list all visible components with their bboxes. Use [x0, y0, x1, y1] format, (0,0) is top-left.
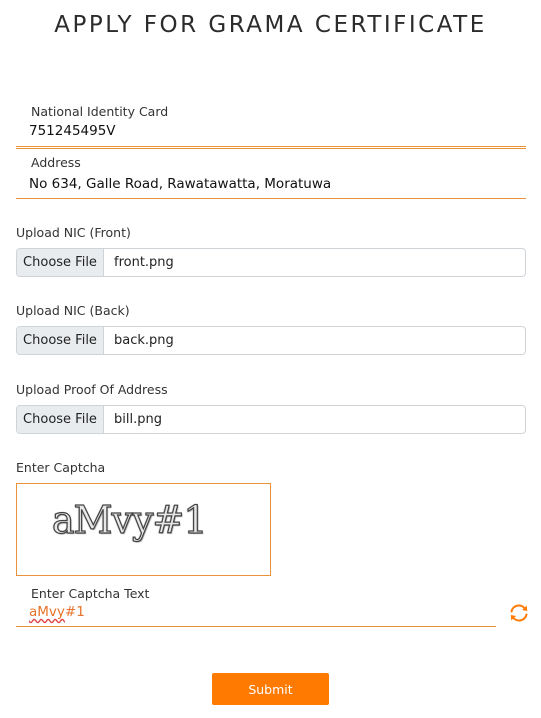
page-title: APPLY FOR GRAMA CERTIFICATE	[54, 12, 487, 38]
file-name: bill.png	[114, 412, 162, 427]
upload-nic-back-label: Upload NIC (Back)	[16, 303, 130, 318]
upload-nic-front-input[interactable]: Choose File front.png	[16, 248, 526, 277]
upload-nic-back-input[interactable]: Choose File back.png	[16, 326, 526, 355]
nic-field[interactable]: National Identity Card 751245495V	[16, 104, 526, 147]
choose-file-button[interactable]: Choose File	[17, 406, 104, 433]
captcha-value-rest: #1	[64, 604, 85, 620]
file-name: back.png	[114, 333, 174, 348]
refresh-icon[interactable]	[507, 601, 531, 625]
address-field-label: Address	[31, 155, 81, 170]
address-field[interactable]: Address No 634, Galle Road, Rawatawatta,…	[16, 148, 526, 199]
choose-file-button[interactable]: Choose File	[17, 327, 104, 354]
captcha-image-text: aMvy#1	[51, 497, 208, 542]
captcha-text-field-value[interactable]: aMvy#1	[29, 604, 85, 620]
captcha-text-field[interactable]: Enter Captcha Text aMvy#1	[16, 585, 496, 627]
submit-button[interactable]: Submit	[212, 673, 329, 705]
address-field-value[interactable]: No 634, Galle Road, Rawatawatta, Moratuw…	[29, 176, 331, 192]
captcha-section-label: Enter Captcha	[16, 460, 106, 475]
captcha-value-misspelled: aMvy	[29, 604, 65, 620]
upload-proof-of-address-label: Upload Proof Of Address	[16, 382, 168, 397]
choose-file-button[interactable]: Choose File	[17, 249, 104, 276]
captcha-text-field-label: Enter Captcha Text	[31, 586, 150, 601]
nic-field-value[interactable]: 751245495V	[29, 123, 116, 139]
nic-field-label: National Identity Card	[31, 104, 169, 119]
file-name: front.png	[114, 255, 174, 270]
upload-proof-of-address-input[interactable]: Choose File bill.png	[16, 405, 526, 434]
upload-nic-front-label: Upload NIC (Front)	[16, 225, 131, 240]
captcha-image: aMvy#1	[16, 483, 271, 576]
